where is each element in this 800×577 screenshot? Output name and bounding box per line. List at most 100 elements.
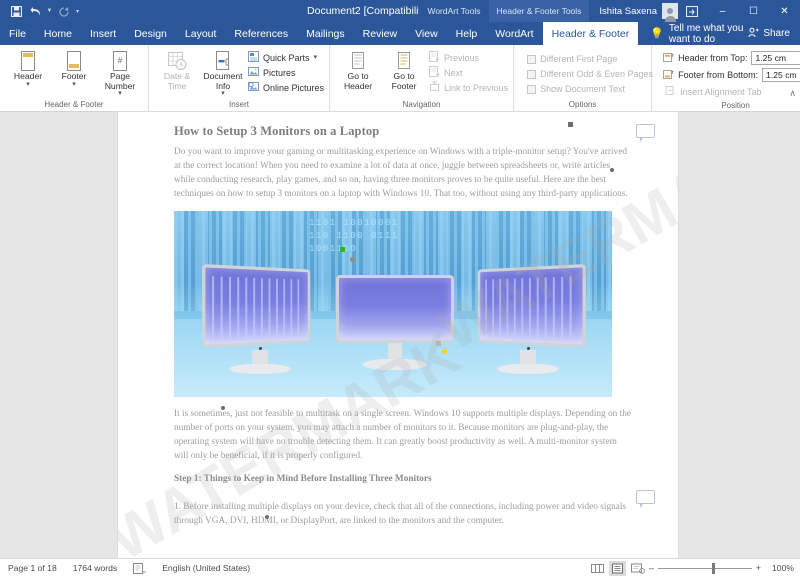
share-button[interactable]: Share xyxy=(748,22,800,45)
object-anchor-marker xyxy=(265,515,269,519)
page-indicator[interactable]: Page 1 of 18 xyxy=(0,563,65,573)
tab-home[interactable]: Home xyxy=(35,22,81,45)
tab-mailings[interactable]: Mailings xyxy=(297,22,354,45)
quick-parts-dropdown-icon[interactable]: ▾ xyxy=(314,54,318,61)
word-count[interactable]: 1764 words xyxy=(65,563,125,573)
options-checkbox-list: Different First Page Different Odd & Eve… xyxy=(519,50,653,97)
link-to-previous-button[interactable]: Link to Previous xyxy=(427,80,508,95)
different-odd-even-pages-label: Different Odd & Even Pages xyxy=(540,69,653,79)
go-to-footer-label: Go to Footer xyxy=(391,71,417,91)
document-info-button[interactable]: Document Info ▾ xyxy=(200,48,246,97)
next-button[interactable]: Next xyxy=(427,65,508,80)
green-selection-handle[interactable] xyxy=(340,246,345,252)
tab-insert[interactable]: Insert xyxy=(81,22,125,45)
ribbon-group-label-insert: Insert xyxy=(229,100,250,109)
tab-wordart[interactable]: WordArt xyxy=(486,22,542,45)
web-layout-view-button[interactable] xyxy=(629,561,646,576)
previous-icon xyxy=(429,51,440,64)
print-layout-view-button[interactable] xyxy=(609,560,626,576)
footer-dropdown-icon[interactable]: ▾ xyxy=(72,81,76,88)
header-from-top-input[interactable]: 1.25 cm ▲▼ xyxy=(751,51,800,65)
customize-qat-icon[interactable]: ▾ xyxy=(74,8,81,15)
three-monitors-image[interactable]: 1101 10010001 110 1100 0111 1001100 xyxy=(174,210,612,397)
center-monitor xyxy=(336,274,454,370)
contextual-tab-header-footer-tools: Header & Footer Tools xyxy=(488,0,590,22)
header-from-top-stepper[interactable]: ▲▼ xyxy=(796,52,800,63)
collapse-ribbon-icon[interactable]: ∧ xyxy=(789,88,796,99)
undo-icon[interactable] xyxy=(27,3,44,20)
tab-references[interactable]: References xyxy=(225,22,297,45)
zoom-in-button[interactable]: + xyxy=(756,563,761,573)
tab-file[interactable]: File xyxy=(0,22,35,45)
proofing-errors-icon[interactable] xyxy=(125,562,154,574)
header-button[interactable]: Header ▾ xyxy=(5,48,51,88)
avatar[interactable] xyxy=(662,3,678,22)
tab-layout[interactable]: Layout xyxy=(176,22,226,45)
header-dropdown-icon[interactable]: ▾ xyxy=(26,81,30,88)
header-from-top-value: 1.25 cm xyxy=(755,53,787,63)
pictures-icon xyxy=(248,66,259,79)
document-info-label: Document Info xyxy=(203,71,243,91)
user-account-area[interactable]: Ishita Saxena xyxy=(589,0,707,22)
go-to-header-button[interactable]: Go to Header xyxy=(335,48,381,91)
close-window-button[interactable]: ✕ xyxy=(769,0,800,22)
footer-button[interactable]: Footer ▾ xyxy=(51,48,97,88)
object-anchor-marker xyxy=(610,168,614,172)
comment-balloon-icon[interactable] xyxy=(636,490,655,508)
show-document-text-checkbox[interactable]: Show Document Text xyxy=(525,82,653,97)
tab-help[interactable]: Help xyxy=(447,22,487,45)
comment-balloon-icon[interactable] xyxy=(636,124,655,142)
online-pictures-button[interactable]: Online Pictures xyxy=(246,80,324,95)
ribbon-display-options-icon[interactable] xyxy=(683,3,701,19)
ribbon-group-insert: Date & Time Document Info ▾ Quick Parts xyxy=(149,45,331,111)
footer-from-bottom-value: 1.25 cm xyxy=(766,70,797,80)
page-number-button[interactable]: # Page Number ▾ xyxy=(97,48,143,97)
svg-text:#: # xyxy=(118,56,123,65)
document-body[interactable]: How to Setup 3 Monitors on a Laptop Do y… xyxy=(118,112,678,528)
document-info-dropdown-icon[interactable]: ▾ xyxy=(221,90,225,97)
undo-dropdown-icon[interactable]: ▼ xyxy=(46,8,53,14)
contextual-tab-wordart-tools: WordArt Tools xyxy=(419,0,489,22)
different-odd-even-pages-checkbox[interactable]: Different Odd & Even Pages xyxy=(525,67,653,82)
zoom-slider-thumb[interactable] xyxy=(712,562,716,574)
grey-anchor-handle[interactable] xyxy=(350,256,355,262)
yellow-adjust-handle[interactable] xyxy=(442,348,447,354)
ribbon-group-label-header-footer: Header & Footer xyxy=(44,100,104,109)
link-to-previous-label: Link to Previous xyxy=(444,82,509,93)
insert-alignment-tab-button[interactable]: Insert Alignment Tab xyxy=(663,84,800,99)
zoom-level-label[interactable]: 100% xyxy=(764,563,794,573)
footer-from-bottom-input[interactable]: 1.25 cm ▲▼ xyxy=(762,68,800,82)
date-and-time-button[interactable]: Date & Time xyxy=(154,48,200,91)
save-icon[interactable] xyxy=(8,3,25,20)
read-mode-view-button[interactable] xyxy=(589,561,606,576)
header-from-top-row: Header from Top: 1.25 cm ▲▼ xyxy=(663,50,800,66)
zoom-out-button[interactable]: – xyxy=(649,563,654,573)
go-to-footer-button[interactable]: Go to Footer xyxy=(381,48,427,91)
tab-header-and-footer[interactable]: Header & Footer xyxy=(542,22,639,45)
word-application-window: ▼ ▾ Document2 [Compatibility Mode] - Wor… xyxy=(0,0,800,577)
document-workspace[interactable]: How to Setup 3 Monitors on a Laptop Do y… xyxy=(0,112,800,577)
page-number-dropdown-icon[interactable]: ▾ xyxy=(118,90,122,97)
link-to-previous-icon xyxy=(429,81,440,94)
previous-label: Previous xyxy=(444,52,480,63)
maximize-button[interactable]: ☐ xyxy=(738,0,769,22)
tab-design[interactable]: Design xyxy=(125,22,176,45)
go-to-footer-icon xyxy=(395,50,413,72)
tell-me-search[interactable]: 💡 Tell me what you want to do xyxy=(638,22,748,45)
share-person-icon xyxy=(748,27,759,41)
tab-review[interactable]: Review xyxy=(354,22,406,45)
language-indicator[interactable]: English (United States) xyxy=(154,563,258,573)
pictures-button[interactable]: Pictures xyxy=(246,65,324,80)
zoom-slider[interactable]: – + xyxy=(649,562,761,574)
quick-parts-button[interactable]: Quick Parts ▾ xyxy=(246,50,324,65)
redo-icon[interactable] xyxy=(55,3,72,20)
different-first-page-checkbox[interactable]: Different First Page xyxy=(525,52,653,67)
dark-resize-handle[interactable] xyxy=(436,340,441,346)
status-bar: Page 1 of 18 1764 words English (United … xyxy=(0,558,800,577)
minimize-button[interactable]: – xyxy=(707,0,738,22)
checkbox-icon xyxy=(527,69,537,79)
tab-view[interactable]: View xyxy=(406,22,447,45)
document-page[interactable]: How to Setup 3 Monitors on a Laptop Do y… xyxy=(118,112,678,577)
previous-button[interactable]: Previous xyxy=(427,50,508,65)
zoom-slider-track[interactable] xyxy=(658,562,752,574)
